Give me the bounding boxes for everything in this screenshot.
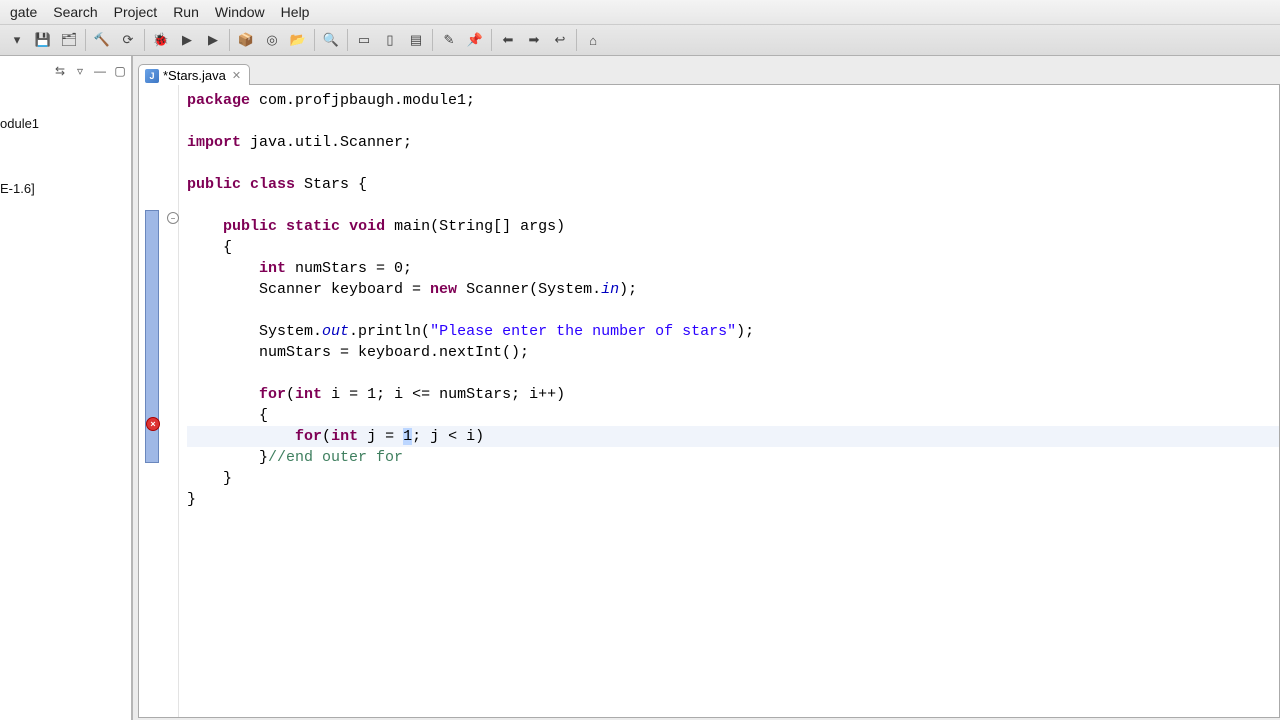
save-icon[interactable]: 💾 [30,27,56,53]
editor-tab-stars[interactable]: J *Stars.java ✕ [138,64,250,85]
import-decl: java.util.Scanner; [241,134,412,151]
run-icon[interactable]: ▶ [174,27,200,53]
minimize-icon[interactable]: — [91,63,109,79]
back-icon[interactable]: ⬅ [495,27,521,53]
run-ext-icon[interactable]: ▶ [200,27,226,53]
java-file-icon: J [145,69,159,83]
mark-occur-icon[interactable]: ▯ [377,27,403,53]
home-icon[interactable]: ⌂ [580,27,606,53]
link-editor-icon[interactable]: ⇆ [51,63,69,79]
string-literal: "Please enter the number of stars" [430,323,736,340]
new-class-icon[interactable]: ◎ [259,27,285,53]
last-edit-icon[interactable]: ↩ [547,27,573,53]
pkg-decl: com.profjpbaugh.module1; [250,92,475,109]
code-editor[interactable]: package com.profjpbaugh.module1; import … [179,85,1279,717]
toolbar: ▾ 💾 🗂 🔨 ⟳ 🐞 ▶ ▶ 📦 ◎ 📂 🔍 ▭ ▯ ▤ ✎ 📌 ⬅ ➡ ↩ … [0,25,1280,56]
package-explorer[interactable]: ⇆ ▿ — ▢ odule1 E-1.6] [0,56,133,720]
kw-public: public [187,176,241,193]
tool-btn-1[interactable]: ▾ [4,27,30,53]
tree-item-module[interactable]: odule1 [0,113,131,134]
view-menu-icon[interactable]: ▿ [71,63,89,79]
menubar: gate Search Project Run Window Help [0,0,1280,25]
menu-help[interactable]: Help [273,1,318,23]
debug-icon[interactable]: 🐞 [148,27,174,53]
kw-class: class [250,176,295,193]
annotation-icon[interactable]: ▤ [403,27,429,53]
comment: //end outer for [268,449,403,466]
editor-tabs: J *Stars.java ✕ [138,60,1280,84]
fold-toggle-icon[interactable]: − [167,212,179,224]
kw-import: import [187,134,241,151]
gutter[interactable]: − × [139,85,179,717]
menu-project[interactable]: Project [106,1,166,23]
menu-search[interactable]: Search [45,1,105,23]
search-icon[interactable]: 🔍 [318,27,344,53]
editor-area: J *Stars.java ✕ − × package com.profjpba… [133,56,1280,720]
error-icon[interactable]: × [146,417,160,431]
editor-body: − × package com.profjpbaugh.module1; imp… [138,84,1280,718]
tree-item-jre[interactable]: E-1.6] [0,178,131,199]
build-icon[interactable]: 🔨 [89,27,115,53]
open-type-icon[interactable]: 📂 [285,27,311,53]
maximize-icon[interactable]: ▢ [111,63,129,79]
toggle-breadcrumb-icon[interactable]: ▭ [351,27,377,53]
main-sig: main(String[] args) [385,218,565,235]
close-icon[interactable]: ✕ [230,69,243,82]
kw-package: package [187,92,250,109]
saveall-icon[interactable]: 🗂 [56,27,82,53]
main-area: ⇆ ▿ — ▢ odule1 E-1.6] J *Stars.java ✕ − … [0,56,1280,720]
menu-run[interactable]: Run [165,1,207,23]
editor-tab-label: *Stars.java [163,68,226,83]
selection: 1 [403,428,412,445]
pin-icon[interactable]: 📌 [462,27,488,53]
refresh-icon[interactable]: ⟳ [115,27,141,53]
menu-navigate[interactable]: gate [2,1,45,23]
new-package-icon[interactable]: 📦 [233,27,259,53]
class-decl: Stars { [295,176,367,193]
task-icon[interactable]: ✎ [436,27,462,53]
forward-icon[interactable]: ➡ [521,27,547,53]
menu-window[interactable]: Window [207,1,273,23]
